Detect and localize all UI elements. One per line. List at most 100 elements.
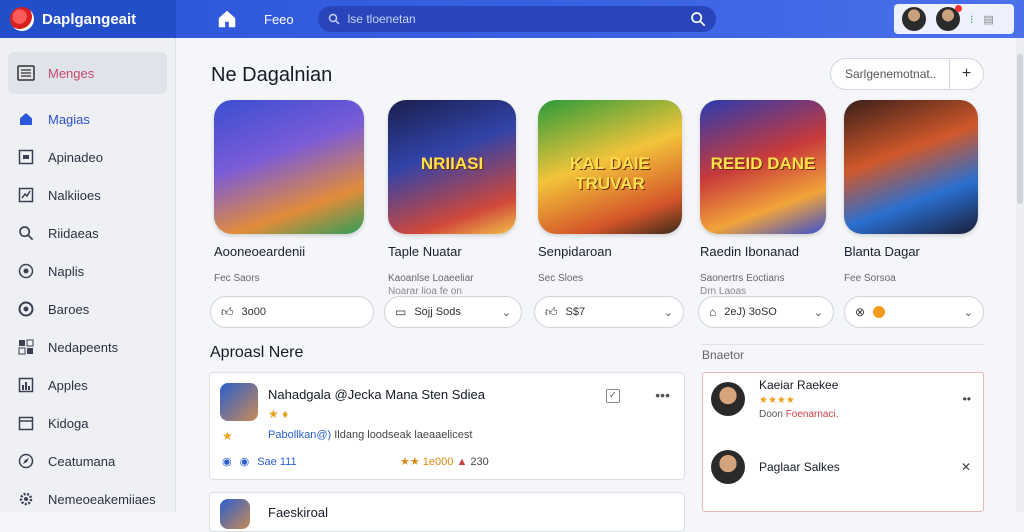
sidebar-item-9[interactable]: Ceatumana bbox=[0, 442, 175, 480]
game-thumbnail[interactable]: REEID DANE bbox=[700, 100, 826, 234]
grid-icon bbox=[16, 338, 36, 356]
top-bar: Daplgangeait Feeo ⁝ ▤ bbox=[0, 0, 1024, 38]
badge-icons: ★ ♦ bbox=[268, 407, 289, 421]
top-search-input[interactable] bbox=[347, 12, 690, 26]
menu-icon bbox=[16, 64, 36, 82]
scrollbar[interactable] bbox=[1016, 38, 1024, 512]
app-name: Daplgangeait bbox=[42, 10, 137, 28]
logo-mark-icon bbox=[10, 7, 34, 31]
game-title[interactable]: Senpidaroan bbox=[538, 244, 678, 259]
game-thumbnail[interactable] bbox=[844, 100, 978, 234]
rating-dropdown[interactable]: 👍︎ 3o00 bbox=[210, 296, 374, 328]
gear-icon bbox=[16, 490, 36, 508]
search-icon[interactable] bbox=[690, 11, 706, 27]
post-title[interactable]: Nahadgala @Jecka Mana Sten Sdiea bbox=[268, 387, 485, 402]
alert-icon: ▲ bbox=[456, 456, 468, 468]
bag-icon: ⌂ bbox=[709, 305, 717, 319]
game-art-title: NRIIASI bbox=[420, 153, 484, 173]
rating-dropdown[interactable]: 👍︎ S$7 ⌄ bbox=[534, 296, 684, 328]
sidebar-item-10[interactable]: Nemeoeakemiiaes bbox=[0, 480, 175, 518]
rating-dropdown[interactable]: ▭ Sojj Sods ⌄ bbox=[384, 296, 522, 328]
sidebar-item-label: Kidoga bbox=[48, 415, 89, 431]
game-thumbnail[interactable]: KAL DAIE TRUVAR bbox=[538, 100, 682, 234]
sidebar-item-4[interactable]: Naplis bbox=[0, 252, 175, 290]
chevron-down-icon[interactable]: ⌄ bbox=[964, 306, 973, 319]
game-card[interactable]: KAL DAIE TRUVAR Senpidaroan Sec Sloes bbox=[538, 100, 682, 284]
game-title[interactable]: Blanta Dagar bbox=[844, 244, 984, 259]
main-search-label: Sarlgenemotnat.. bbox=[845, 67, 937, 81]
nav-feed-link[interactable]: Feeo bbox=[264, 12, 294, 27]
suggestion-item[interactable]: Paglaar Salkes ✕ bbox=[711, 447, 977, 487]
app-logo[interactable]: Daplgangeait bbox=[0, 0, 176, 38]
like-icon[interactable]: ◉ bbox=[222, 455, 232, 468]
post2-title[interactable]: Faeskiroal bbox=[268, 505, 328, 520]
game-card[interactable]: Aooneoeardenii Fec Saors bbox=[214, 100, 364, 284]
post2-avatar[interactable] bbox=[220, 499, 250, 529]
search-icon bbox=[16, 224, 36, 242]
game-subtitle: Saonertrs Eoctians bbox=[700, 273, 785, 284]
chart-icon bbox=[16, 186, 36, 204]
game-thumbnail[interactable] bbox=[214, 100, 364, 234]
feed-post-2[interactable]: Faeskiroal bbox=[209, 492, 685, 532]
sidebar-item-7[interactable]: Apples bbox=[0, 366, 175, 404]
comment-icon[interactable]: ◉ bbox=[240, 455, 250, 468]
scrollbar-thumb[interactable] bbox=[1017, 54, 1023, 204]
rating-value: 3o00 bbox=[241, 306, 267, 318]
sidebar-item-0[interactable]: Magias bbox=[0, 100, 175, 138]
square-icon bbox=[16, 148, 36, 166]
post-stat-gold: 1e000 bbox=[422, 456, 454, 468]
sidebar-item-label: Apples bbox=[48, 377, 88, 393]
sidebar-item-3[interactable]: Riidaeas bbox=[0, 214, 175, 252]
more-options-icon[interactable]: •• bbox=[963, 392, 971, 406]
post-reactions[interactable]: ◉ ◉ Sae 111 bbox=[222, 455, 297, 469]
add-button[interactable]: + bbox=[949, 59, 983, 89]
rating-dropdown[interactable]: ⌂ 2eJ) 3oSO ⌄ bbox=[698, 296, 834, 328]
suggestion-item[interactable]: Kaeiar Raekee ★★★★ Doon Foenarnaci. •• bbox=[711, 378, 977, 420]
thumbs-up-icon: 👍︎ bbox=[221, 304, 234, 319]
chevron-down-icon[interactable]: ⌄ bbox=[664, 306, 673, 319]
sidebar: Menges Magias Apinadeo Nalkiioes Riidaeas Na… bbox=[0, 38, 176, 512]
post-stats: ★★ 1e000 ▲ 230 bbox=[400, 455, 489, 468]
sidebar-item-5[interactable]: Baroes bbox=[0, 290, 175, 328]
feed-title: Aproasl Nere bbox=[210, 344, 304, 361]
suggestion-sub: Doon Foenarnaci. bbox=[759, 409, 839, 420]
rating-dropdown[interactable]: ⊗ ⌄ bbox=[844, 296, 984, 328]
sidebar-item-6[interactable]: Nedapeents bbox=[0, 328, 175, 366]
more-icon[interactable]: ▤ bbox=[984, 13, 994, 26]
game-title[interactable]: Raedin Ibonanad bbox=[700, 244, 840, 259]
more-options-icon[interactable]: ••• bbox=[655, 387, 670, 403]
suggestion-name: Paglaar Salkes bbox=[759, 460, 840, 474]
rating-value: 2eJ) 3oSO bbox=[724, 306, 777, 318]
badge-icon bbox=[873, 306, 886, 318]
sidebar-item-label: Nalkiioes bbox=[48, 187, 101, 203]
post-mention[interactable]: Pabollkan@) bbox=[268, 429, 331, 441]
top-search-bar[interactable] bbox=[317, 6, 716, 32]
close-icon[interactable]: ✕ bbox=[961, 460, 971, 474]
game-thumbnail[interactable]: NRIIASI bbox=[388, 100, 516, 234]
sidebar-item-2[interactable]: Nalkiioes bbox=[0, 176, 175, 214]
chevron-down-icon[interactable]: ⌄ bbox=[814, 306, 823, 319]
post-avatar[interactable] bbox=[220, 383, 258, 421]
game-title[interactable]: Aooneoeardenii bbox=[214, 244, 354, 259]
sidebar-item-8[interactable]: Kidoga bbox=[0, 404, 175, 442]
rating-value: Sojj Sods bbox=[414, 306, 461, 318]
status-icon[interactable]: ⁝ bbox=[970, 13, 974, 26]
game-card[interactable]: REEID DANE Raedin Ibonanad Saonertrs Eocti… bbox=[700, 100, 840, 297]
sidebar-menu-header[interactable]: Menges bbox=[8, 52, 167, 94]
game-card[interactable]: NRIIASI Taple Nuatar Kaoanlse Loaeeliar Noa… bbox=[388, 100, 528, 297]
game-card[interactable]: Blanta Dagar Fee Sorsoa bbox=[844, 100, 984, 284]
circle-icon bbox=[16, 300, 36, 318]
main-search-box[interactable]: Sarlgenemotnat.. + bbox=[830, 58, 984, 90]
game-title[interactable]: Taple Nuatar bbox=[388, 244, 528, 259]
post-likes: Sae 111 bbox=[257, 455, 297, 468]
avatar[interactable] bbox=[902, 7, 926, 31]
sidebar-item-label: Baroes bbox=[48, 301, 90, 317]
checkbox-icon[interactable]: ✓ bbox=[606, 389, 620, 403]
home-icon[interactable] bbox=[216, 8, 238, 30]
sidebar-item-1[interactable]: Apinadeo bbox=[0, 138, 175, 176]
suggestion-avatar[interactable] bbox=[711, 382, 745, 416]
suggestion-avatar[interactable] bbox=[711, 450, 745, 484]
profile-avatar[interactable] bbox=[936, 5, 962, 31]
feed-post[interactable]: Nahadgala @Jecka Mana Sten Sdiea ★ ♦ ★ P… bbox=[209, 372, 685, 480]
chevron-down-icon[interactable]: ⌄ bbox=[502, 306, 511, 319]
